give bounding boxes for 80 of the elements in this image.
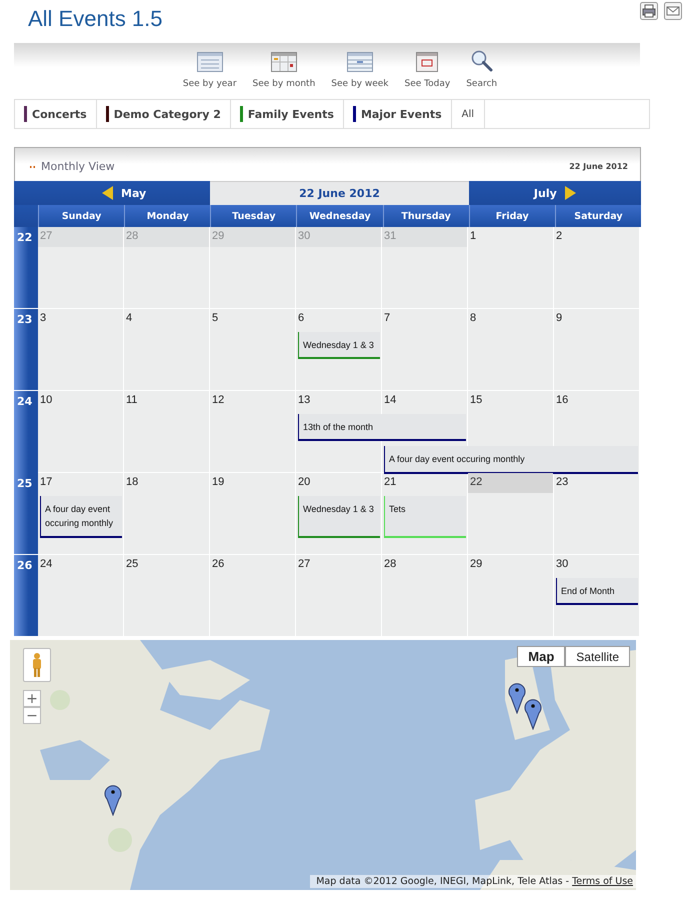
- map-marker-icon[interactable]: [104, 784, 122, 816]
- search-icon: [470, 50, 493, 72]
- week-number: 23: [14, 309, 38, 390]
- calendar-event[interactable]: End of Month: [556, 578, 638, 606]
- view-button[interactable]: See Today: [404, 52, 450, 95]
- day-number[interactable]: 26: [210, 555, 295, 575]
- weekday-header: Monday: [124, 205, 210, 227]
- week-number: 26: [14, 555, 38, 636]
- day-number[interactable]: 5: [210, 309, 295, 329]
- current-date: 22 June 2012: [569, 162, 628, 171]
- weekday-header: Thursday: [382, 205, 469, 227]
- week-number: 24: [14, 391, 38, 476]
- weekday-header: Sunday: [38, 205, 124, 227]
- calendar-event[interactable]: 13th of the month: [298, 414, 466, 442]
- day-number[interactable]: 22: [468, 473, 553, 493]
- day-number[interactable]: 29: [468, 555, 553, 575]
- day-number[interactable]: 1: [468, 227, 553, 247]
- day-number[interactable]: 18: [124, 473, 209, 493]
- day-number[interactable]: 28: [382, 555, 467, 575]
- day-number[interactable]: 23: [554, 473, 639, 493]
- weekday-header: Wednesday: [296, 205, 383, 227]
- week-number: 25: [14, 473, 38, 554]
- day-number[interactable]: 24: [38, 555, 123, 575]
- weekday-header: Saturday: [554, 205, 641, 227]
- map-type-button[interactable]: Satellite: [565, 646, 630, 667]
- email-icon[interactable]: [664, 2, 682, 20]
- calendar-event[interactable]: Wednesday 1 & 3: [298, 332, 380, 360]
- printer-icon[interactable]: [640, 2, 658, 20]
- day-number[interactable]: 30: [554, 555, 639, 575]
- person-icon: [32, 653, 42, 677]
- day-number[interactable]: 6: [296, 309, 381, 329]
- calendar-event[interactable]: A four day event occuring monthly: [384, 446, 638, 474]
- map-marker-icon[interactable]: [508, 682, 526, 714]
- day-number[interactable]: 2: [554, 227, 639, 247]
- next-month-button[interactable]: July: [468, 181, 641, 205]
- view-title: Monthly View: [41, 160, 115, 173]
- week-number: 22: [14, 227, 38, 308]
- calendar-event[interactable]: Wednesday 1 & 3: [298, 496, 380, 538]
- day-number[interactable]: 13: [296, 391, 381, 411]
- day-number[interactable]: 10: [38, 391, 123, 411]
- weekday-header: Tuesday: [210, 205, 296, 227]
- day-number[interactable]: 3: [38, 309, 123, 329]
- right-arrow-icon: [564, 186, 576, 200]
- view-button[interactable]: See by year: [182, 52, 237, 95]
- calendar-icon: [196, 52, 223, 72]
- day-number[interactable]: 17: [38, 473, 123, 493]
- page-title: All Events 1.5: [28, 6, 163, 32]
- day-number[interactable]: 20: [296, 473, 381, 493]
- day-number[interactable]: 9: [554, 309, 639, 329]
- terms-link[interactable]: Terms of Use: [572, 876, 633, 887]
- map-attribution: Map data ©2012 Google, INEGI, MapLink, Tele Atlas - Terms of Use: [310, 875, 636, 888]
- day-number[interactable]: 4: [124, 309, 209, 329]
- zoom-out-button[interactable]: −: [23, 707, 41, 724]
- previous-month-button[interactable]: May: [38, 181, 210, 205]
- day-number[interactable]: 19: [210, 473, 295, 493]
- day-number[interactable]: 25: [124, 555, 209, 575]
- day-number[interactable]: 27: [296, 555, 381, 575]
- day-number[interactable]: 12: [210, 391, 295, 411]
- calendar-icon: [270, 52, 297, 72]
- calendar-event[interactable]: Tets: [384, 496, 466, 538]
- map-marker-icon[interactable]: [524, 698, 542, 730]
- day-number[interactable]: 14: [382, 391, 467, 411]
- day-number[interactable]: 8: [468, 309, 553, 329]
- street-view-button[interactable]: [23, 648, 51, 682]
- map-type-button[interactable]: Map: [517, 646, 566, 667]
- view-button[interactable]: See by month: [252, 52, 316, 95]
- month-title: 22 June 2012: [210, 181, 469, 205]
- view-button[interactable]: See by week: [331, 52, 388, 95]
- day-number[interactable]: 7: [382, 309, 467, 329]
- day-number[interactable]: 21: [382, 473, 467, 493]
- weekday-header: Friday: [468, 205, 555, 227]
- zoom-in-button[interactable]: +: [23, 690, 41, 707]
- day-number[interactable]: 16: [554, 391, 639, 411]
- calendar-event[interactable]: A four day event occuring monthly: [40, 496, 122, 538]
- day-number[interactable]: 11: [124, 391, 209, 411]
- calendar-icon: [416, 52, 438, 72]
- left-arrow-icon: [102, 186, 114, 200]
- day-number[interactable]: 15: [468, 391, 553, 411]
- view-button[interactable]: Search: [466, 50, 498, 95]
- calendar-icon: [346, 52, 373, 72]
